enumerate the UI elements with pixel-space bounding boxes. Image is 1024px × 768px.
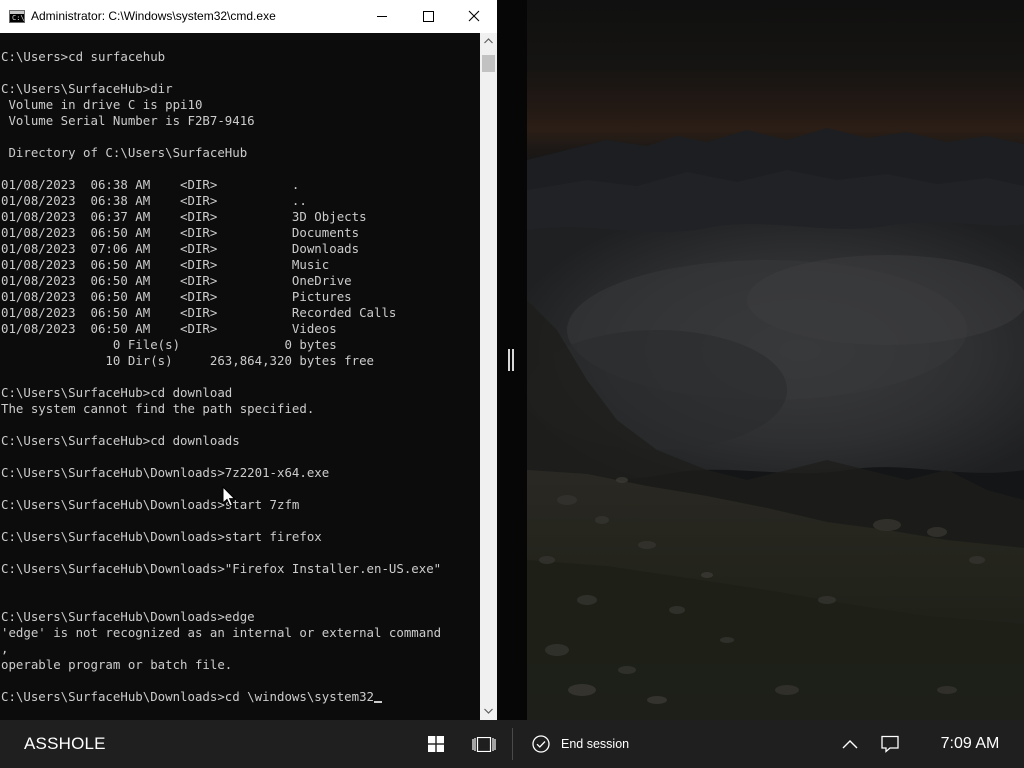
console-line: C:\Users\SurfaceHub\Downloads>"Firefox I…	[1, 561, 442, 576]
console-line: 10 Dir(s) 263,864,320 bytes free	[1, 353, 374, 368]
console-line: 01/08/2023 07:06 AM <DIR> Downloads	[1, 241, 360, 256]
text-cursor	[374, 701, 382, 703]
console-line: 01/08/2023 06:50 AM <DIR> OneDrive	[1, 273, 352, 288]
console-line: 0 File(s) 0 bytes	[1, 337, 337, 352]
console-line: Volume Serial Number is F2B7-9416	[1, 113, 255, 128]
maximize-button[interactable]	[405, 0, 451, 33]
console-line: 01/08/2023 06:38 AM <DIR> .	[1, 177, 300, 192]
minimize-icon	[377, 16, 387, 17]
chevron-down-icon	[484, 708, 493, 714]
console-line: Directory of C:\Users\SurfaceHub	[1, 145, 248, 160]
console-line: 01/08/2023 06:50 AM <DIR> Music	[1, 257, 330, 272]
chevron-up-icon	[842, 740, 858, 749]
console-line: C:\Users\SurfaceHub\Downloads>cd \window…	[1, 689, 441, 705]
console-line: C:\Users\SurfaceHub>cd download	[1, 385, 233, 400]
start-button[interactable]	[420, 728, 452, 760]
console-line: C:\Users\SurfaceHub>cd downloads	[1, 433, 240, 448]
task-view-icon	[472, 737, 496, 752]
windows-logo-icon	[428, 736, 444, 752]
console-line: C:\Users>cd surfacehub	[1, 49, 166, 64]
task-view-button[interactable]	[467, 728, 501, 760]
action-center-button[interactable]	[875, 728, 905, 760]
console-line: 01/08/2023 06:50 AM <DIR> Videos	[1, 321, 337, 336]
console-output[interactable]: C:\Users>cd surfacehub C:\Users\SurfaceHu…	[0, 33, 480, 720]
end-session-label: End session	[561, 737, 630, 751]
console-line: 01/08/2023 06:50 AM <DIR> Recorded Calls	[1, 305, 397, 320]
notification-icon	[881, 735, 899, 753]
console-line: 'edge' is not recognized as an internal …	[1, 625, 442, 640]
taskbar-divider	[512, 728, 513, 760]
console-line: ,	[1, 641, 9, 656]
console-line: C:\Users\SurfaceHub\Downloads>start fire…	[1, 529, 322, 544]
console-line: 01/08/2023 06:50 AM <DIR> Documents	[1, 225, 360, 240]
scroll-up-button[interactable]	[480, 33, 497, 50]
taskbar: ASSHOLE End session 7:09 AM	[0, 720, 1024, 768]
wallpaper-image	[527, 0, 1024, 720]
snap-divider-handle[interactable]	[508, 349, 514, 371]
console-line: The system cannot find the path specifie…	[1, 401, 315, 416]
maximize-icon	[423, 11, 434, 22]
check-circle-icon	[532, 735, 550, 753]
show-hidden-icons-button[interactable]	[836, 728, 864, 760]
console-line: 01/08/2023 06:37 AM <DIR> 3D Objects	[1, 209, 367, 224]
console-line: Volume in drive C is ppi10	[1, 97, 203, 112]
console-line: C:\Users\SurfaceHub\Downloads>7z2201-x64…	[1, 465, 330, 480]
chevron-up-icon	[484, 38, 493, 44]
desktop-screen: C:\ Administrator: C:\Windows\system32\c…	[0, 0, 1024, 768]
console-line: 01/08/2023 06:38 AM <DIR> ..	[1, 193, 307, 208]
taskbar-clock[interactable]: 7:09 AM	[925, 720, 1015, 768]
window-title: Administrator: C:\Windows\system32\cmd.e…	[31, 9, 276, 23]
minimize-button[interactable]	[359, 0, 405, 33]
console-line: 01/08/2023 06:50 AM <DIR> Pictures	[1, 289, 352, 304]
scroll-down-button[interactable]	[480, 703, 497, 720]
device-name: ASSHOLE	[24, 734, 106, 753]
desktop-wallpaper	[527, 0, 1024, 720]
close-button[interactable]	[451, 0, 497, 33]
end-session-button[interactable]: End session	[524, 728, 636, 760]
cmd-window: C:\ Administrator: C:\Windows\system32\c…	[0, 0, 497, 720]
title-bar[interactable]: C:\ Administrator: C:\Windows\system32\c…	[0, 0, 497, 33]
cmd-app-icon-label: C:\	[12, 14, 25, 22]
console-line: operable program or batch file.	[1, 657, 233, 672]
close-icon	[468, 10, 480, 22]
console-line: C:\Users\SurfaceHub\Downloads>start 7zfm	[1, 497, 300, 512]
scroll-thumb[interactable]	[482, 55, 495, 72]
console-line: C:\Users\SurfaceHub>dir	[1, 81, 173, 96]
cmd-app-icon[interactable]: C:\	[9, 10, 25, 23]
console-lines: C:\Users>cd surfacehub C:\Users\SurfaceHu…	[1, 49, 441, 705]
vertical-scrollbar[interactable]	[480, 33, 497, 720]
console-line: C:\Users\SurfaceHub\Downloads>edge	[1, 609, 255, 624]
snap-divider[interactable]	[497, 0, 527, 720]
